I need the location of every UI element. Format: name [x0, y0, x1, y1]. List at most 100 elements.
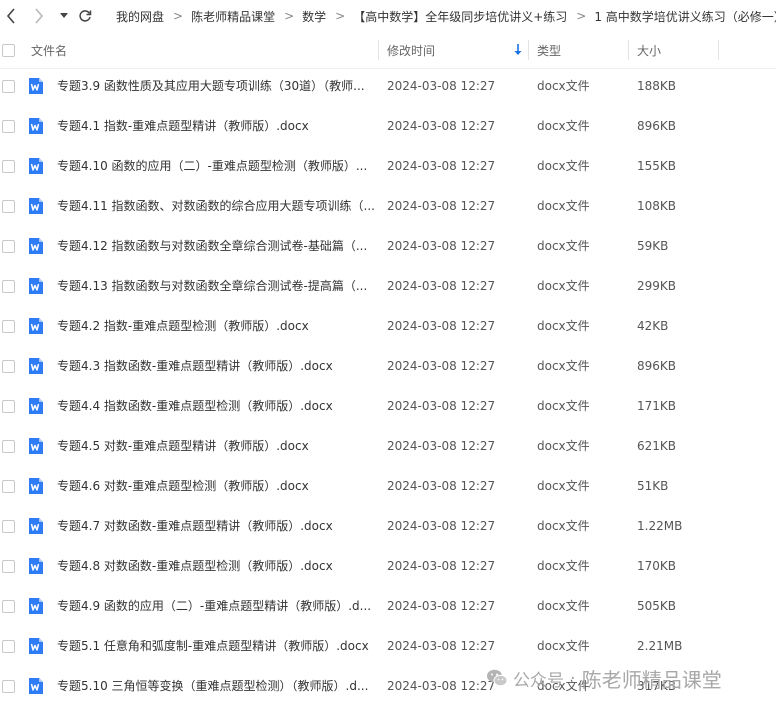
file-size: 51KB [637, 479, 669, 493]
file-modified-time: 2024-03-08 12:27 [387, 599, 496, 613]
breadcrumb-separator: > [576, 9, 587, 23]
file-name[interactable]: 专题5.1 任意角和弧度制-重难点题型精讲（教师版）.docx [57, 626, 375, 666]
file-name[interactable]: 专题4.13 指数函数与对数函数全章综合测试卷-提高篇（... [57, 266, 375, 306]
file-size: 171KB [637, 399, 677, 413]
refresh-icon[interactable] [76, 6, 94, 26]
file-row[interactable]: 专题4.8 对数函数-重难点题型检测（教师版）.docx 2024-03-08 1… [0, 546, 776, 586]
watermark-label: 公众号 [513, 670, 564, 691]
file-modified-time: 2024-03-08 12:27 [387, 239, 496, 253]
file-row[interactable]: 专题4.11 指数函数、对数函数的综合应用大题专项训练（... 2024-03-0… [0, 186, 776, 226]
breadcrumb-item-my-drive[interactable]: 我的网盘 [116, 8, 164, 25]
word-doc-icon [29, 598, 43, 614]
word-doc-icon [29, 678, 43, 694]
breadcrumb: 我的网盘 > 陈老师精品课堂 > 数学 > 【高中数学】全年级同步培优讲义+练习… [116, 0, 776, 32]
file-modified-time: 2024-03-08 12:27 [387, 279, 496, 293]
column-header-type[interactable]: 类型 [537, 32, 561, 68]
file-row[interactable]: 专题4.5 对数-重难点题型精讲（教师版）.docx 2024-03-08 12:… [0, 426, 776, 466]
row-checkbox[interactable] [2, 600, 15, 613]
select-all-checkbox[interactable] [2, 44, 15, 57]
file-size: 108KB [637, 199, 677, 213]
column-header-name[interactable]: 文件名 [31, 32, 67, 68]
file-row[interactable]: 专题4.4 指数函数-重难点题型检测（教师版）.docx 2024-03-08 1… [0, 386, 776, 426]
file-name[interactable]: 专题5.10 三角恒等变换（重难点题型检测）（教师版）.d... [57, 666, 375, 706]
file-name[interactable]: 专题4.10 函数的应用（二）-重难点题型检测（教师版）... [57, 146, 375, 186]
row-checkbox[interactable] [2, 240, 15, 253]
column-divider[interactable] [378, 40, 379, 60]
column-divider[interactable] [528, 40, 529, 60]
row-checkbox[interactable] [2, 320, 15, 333]
file-type: docx文件 [537, 239, 590, 253]
row-checkbox[interactable] [2, 640, 15, 653]
file-row[interactable]: 专题4.13 指数函数与对数函数全章综合测试卷-提高篇（... 2024-03-0… [0, 266, 776, 306]
word-doc-icon [29, 438, 43, 454]
file-modified-time: 2024-03-08 12:27 [387, 399, 496, 413]
row-checkbox[interactable] [2, 360, 15, 373]
file-modified-time: 2024-03-08 12:27 [387, 359, 496, 373]
file-modified-time: 2024-03-08 12:27 [387, 79, 496, 93]
row-checkbox[interactable] [2, 400, 15, 413]
file-type: docx文件 [537, 519, 590, 533]
row-checkbox[interactable] [2, 160, 15, 173]
file-row[interactable]: 专题5.1 任意角和弧度制-重难点题型精讲（教师版）.docx 2024-03-0… [0, 626, 776, 666]
sort-down-arrow-icon[interactable] [513, 43, 523, 57]
file-size: 170KB [637, 559, 677, 573]
row-checkbox[interactable] [2, 680, 15, 693]
breadcrumb-item-current[interactable]: 1 高中数学培优讲义练习（必修一） [594, 8, 776, 25]
wechat-icon [487, 669, 508, 687]
file-row[interactable]: 专题4.10 函数的应用（二）-重难点题型检测（教师版）... 2024-03-0… [0, 146, 776, 186]
row-checkbox[interactable] [2, 440, 15, 453]
file-modified-time: 2024-03-08 12:27 [387, 159, 496, 173]
row-checkbox[interactable] [2, 80, 15, 93]
row-checkbox[interactable] [2, 280, 15, 293]
file-row[interactable]: 专题4.1 指数-重难点题型精讲（教师版）.docx 2024-03-08 12:… [0, 106, 776, 146]
file-name[interactable]: 专题4.6 对数-重难点题型检测（教师版）.docx [57, 466, 375, 506]
column-header-modified-time[interactable]: 修改时间 [387, 32, 435, 68]
column-divider[interactable] [628, 40, 629, 60]
breadcrumb-item-highschool-math[interactable]: 【高中数学】全年级同步培优讲义+练习 [353, 8, 567, 25]
row-checkbox[interactable] [2, 480, 15, 493]
column-divider[interactable] [718, 40, 719, 60]
watermark-name: 陈老师精品课堂 [581, 667, 722, 692]
row-checkbox[interactable] [2, 520, 15, 533]
row-checkbox[interactable] [2, 560, 15, 573]
file-modified-time: 2024-03-08 12:27 [387, 199, 496, 213]
file-row[interactable]: 专题4.9 函数的应用（二）-重难点题型精讲（教师版）.d... 2024-03-… [0, 586, 776, 626]
file-name[interactable]: 专题4.9 函数的应用（二）-重难点题型精讲（教师版）.d... [57, 586, 375, 626]
file-size: 155KB [637, 159, 677, 173]
file-type: docx文件 [537, 639, 590, 653]
file-name[interactable]: 专题4.2 指数-重难点题型检测（教师版）.docx [57, 306, 375, 346]
file-row[interactable]: 专题4.7 对数函数-重难点题型精讲（教师版）.docx 2024-03-08 1… [0, 506, 776, 546]
file-name[interactable]: 专题4.5 对数-重难点题型精讲（教师版）.docx [57, 426, 375, 466]
toolbar: 我的网盘 > 陈老师精品课堂 > 数学 > 【高中数学】全年级同步培优讲义+练习… [0, 0, 776, 32]
back-icon[interactable] [2, 6, 20, 26]
row-checkbox[interactable] [2, 200, 15, 213]
column-header-size[interactable]: 大小 [637, 32, 661, 68]
file-name[interactable]: 专题4.3 指数函数-重难点题型精讲（教师版）.docx [57, 346, 375, 386]
file-row[interactable]: 专题4.12 指数函数与对数函数全章综合测试卷-基础篇（... 2024-03-0… [0, 226, 776, 266]
file-size: 59KB [637, 239, 669, 253]
forward-icon[interactable] [30, 6, 48, 26]
file-name[interactable]: 专题4.12 指数函数与对数函数全章综合测试卷-基础篇（... [57, 226, 375, 266]
file-list-header: 文件名 修改时间 类型 大小 [0, 32, 776, 69]
row-checkbox[interactable] [2, 120, 15, 133]
file-size: 505KB [637, 599, 677, 613]
word-doc-icon [29, 278, 43, 294]
file-name[interactable]: 专题3.9 函数性质及其应用大题专项训练（30道）（教师... [57, 66, 375, 106]
dropdown-icon[interactable] [57, 6, 71, 26]
file-name[interactable]: 专题4.8 对数函数-重难点题型检测（教师版）.docx [57, 546, 375, 586]
file-name[interactable]: 专题4.1 指数-重难点题型精讲（教师版）.docx [57, 106, 375, 146]
file-row[interactable]: 专题4.2 指数-重难点题型检测（教师版）.docx 2024-03-08 12:… [0, 306, 776, 346]
file-row[interactable]: 专题4.3 指数函数-重难点题型精讲（教师版）.docx 2024-03-08 1… [0, 346, 776, 386]
file-name[interactable]: 专题4.11 指数函数、对数函数的综合应用大题专项训练（... [57, 186, 375, 226]
word-doc-icon [29, 518, 43, 534]
breadcrumb-item-folder[interactable]: 陈老师精品课堂 [191, 8, 275, 25]
file-name[interactable]: 专题4.4 指数函数-重难点题型检测（教师版）.docx [57, 386, 375, 426]
file-size: 188KB [637, 79, 677, 93]
file-modified-time: 2024-03-08 12:27 [387, 319, 496, 333]
file-type: docx文件 [537, 119, 590, 133]
file-name[interactable]: 专题4.7 对数函数-重难点题型精讲（教师版）.docx [57, 506, 375, 546]
file-size: 896KB [637, 359, 677, 373]
breadcrumb-item-math[interactable]: 数学 [302, 8, 326, 25]
file-row[interactable]: 专题3.9 函数性质及其应用大题专项训练（30道）（教师... 2024-03-0… [0, 66, 776, 106]
file-row[interactable]: 专题4.6 对数-重难点题型检测（教师版）.docx 2024-03-08 12:… [0, 466, 776, 506]
